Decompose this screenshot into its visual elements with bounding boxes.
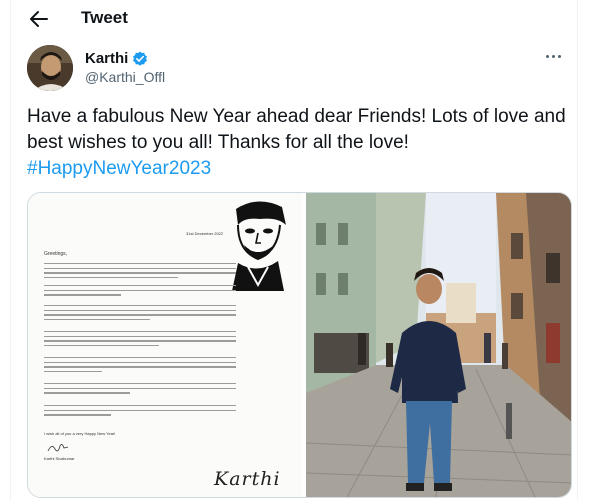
avatar-image: [27, 45, 73, 91]
letter-date: 31st December 2022: [186, 231, 224, 236]
letter-paragraph: [44, 285, 236, 299]
top-bar: Tweet: [11, 0, 579, 38]
more-options-button[interactable]: [541, 49, 565, 63]
media-letter-image[interactable]: 31st December 2022 Greetings, I wish all…: [28, 193, 304, 497]
letter-signed-name: Karthi Sivakumar: [44, 456, 75, 461]
more-horizontal-icon: [545, 54, 549, 58]
media-street-photo[interactable]: [306, 193, 572, 498]
tweet-detail-page: Tweet Karthi @Karthi_Offl Have a fabulou…: [10, 0, 578, 500]
author-handle[interactable]: @Karthi_Offl: [85, 69, 165, 85]
page-title: Tweet: [81, 8, 128, 27]
letter-closing: I wish all of you a very Happy New Year!: [44, 431, 116, 436]
letter-paragraph: [44, 357, 236, 376]
author-name[interactable]: Karthi: [85, 50, 128, 67]
small-signature: [47, 444, 69, 452]
author-name-row: Karthi: [85, 50, 148, 67]
tweet-text: Have a fabulous New Year ahead dear Frie…: [27, 106, 566, 153]
tweet-media: 31st December 2022 Greetings, I wish all…: [27, 192, 572, 498]
letter-paragraph: [44, 383, 236, 397]
letter-paragraph: [44, 405, 236, 419]
letter-paragraph: [44, 305, 236, 324]
hashtag-link[interactable]: #HappyNewYear2023: [27, 158, 211, 179]
letter-paragraph: [44, 263, 236, 282]
back-button[interactable]: [27, 8, 51, 30]
verified-badge-icon: [133, 51, 148, 66]
letter-paragraph: [44, 331, 236, 350]
avatar[interactable]: [27, 45, 73, 91]
letter-signature: Karthi: [214, 468, 281, 490]
letter-greeting: Greetings,: [44, 251, 68, 257]
tweet-body: Have a fabulous New Year ahead dear Frie…: [27, 104, 572, 182]
arrow-left-icon: [30, 11, 48, 27]
